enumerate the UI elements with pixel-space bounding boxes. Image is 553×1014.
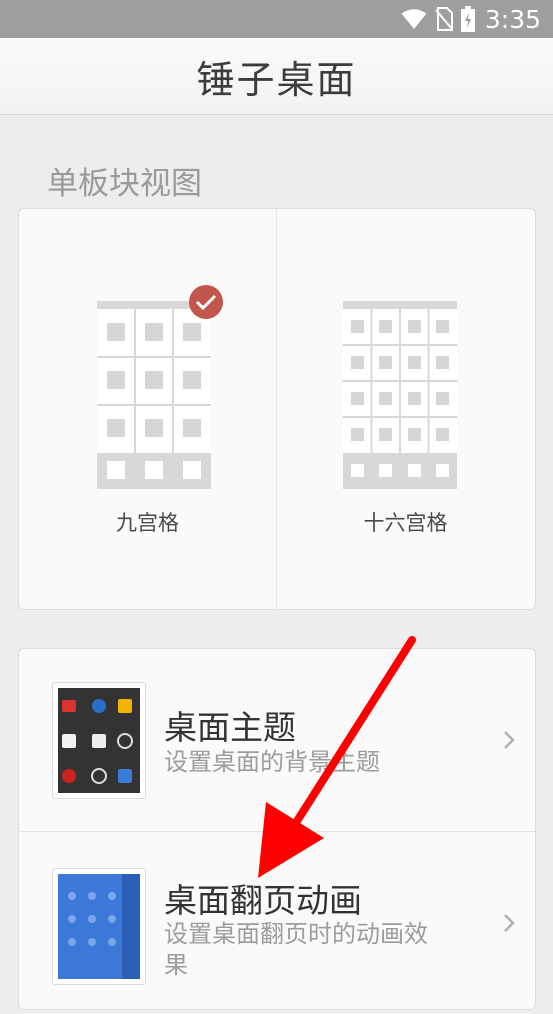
list-item-desktop-theme[interactable]: 桌面主题 设置桌面的背景主题 — [19, 649, 535, 831]
item-subtitle: 设置桌面的背景主题 — [164, 748, 380, 776]
theme-preview-image — [58, 688, 140, 793]
sixteen-grid-preview — [343, 301, 457, 489]
wifi-icon — [401, 9, 427, 29]
settings-list: 桌面主题 设置桌面的背景主题 桌面翻页动画 设置桌面翻页时的动画效果 — [18, 648, 536, 1010]
animation-preview-image — [58, 874, 140, 979]
grid-option-nine[interactable]: 九宫格 — [19, 209, 276, 609]
list-item-page-animation[interactable]: 桌面翻页动画 设置桌面翻页时的动画效果 — [19, 832, 535, 1014]
page-title: 锤子桌面 — [196, 57, 357, 102]
section-title: 单板块视图 — [47, 166, 202, 202]
animation-thumbnail — [52, 868, 146, 985]
battery-icon — [460, 6, 475, 32]
status-bar: 3:35 — [0, 0, 553, 38]
item-title: 桌面翻页动画 — [164, 881, 362, 920]
chevron-right-icon — [504, 731, 515, 749]
grid-option-label: 十六宫格 — [363, 511, 448, 535]
nine-grid-preview — [97, 301, 211, 489]
no-sim-icon — [435, 7, 453, 31]
title-bar: 锤子桌面 — [0, 38, 553, 115]
grid-option-label: 九宫格 — [116, 511, 179, 535]
item-subtitle: 设置桌面翻页时的动画效果 — [164, 920, 428, 979]
chevron-right-icon — [504, 914, 515, 932]
status-time: 3:35 — [484, 4, 541, 34]
grid-layout-card: 九宫格 十六宫格 — [18, 208, 536, 610]
item-title: 桌面主题 — [164, 708, 296, 747]
check-icon — [189, 285, 223, 319]
grid-option-sixteen[interactable]: 十六宫格 — [277, 209, 534, 609]
theme-thumbnail — [52, 682, 146, 799]
